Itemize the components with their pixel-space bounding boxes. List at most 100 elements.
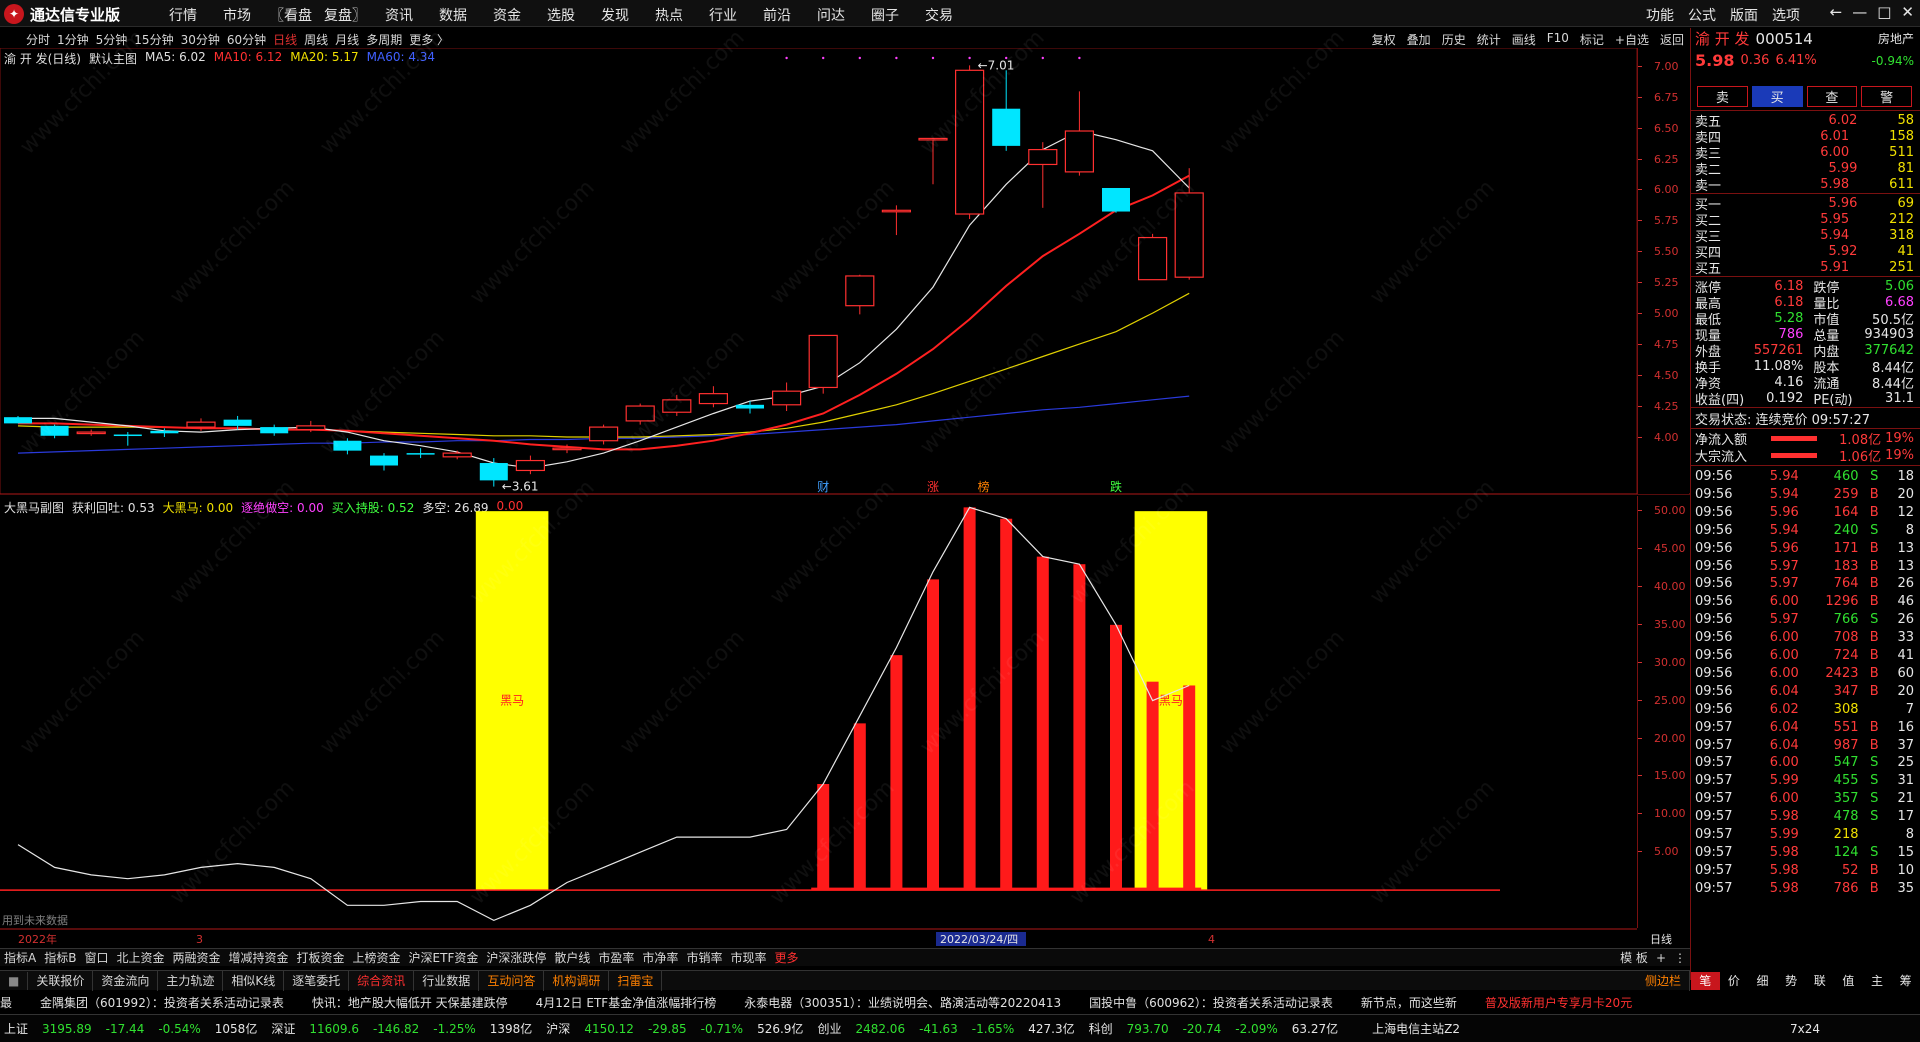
tool-button[interactable]: 返回 [1660,31,1684,48]
tool-button[interactable]: 叠加 [1407,31,1431,48]
kline-chart[interactable]: ←7.01 ←3.61 财 涨 榜 跌黑马 黑马用到未来数据 2022年 3 2022/03/24… [0,48,1690,948]
candle-body[interactable] [260,427,289,434]
menu-item[interactable]: 行业 [696,5,750,25]
menu-item[interactable]: 问达 [804,5,858,25]
news-item[interactable]: 4月12日 ETF基金净值涨幅排行榜 [536,994,717,1011]
tool-button[interactable]: F10 [1547,31,1569,48]
candle-body[interactable] [845,275,875,307]
indicator-tab[interactable]: 北上资金 [112,949,168,966]
candle-body[interactable] [662,399,692,413]
menu-item[interactable]: 热点 [642,5,696,25]
candle-body[interactable] [808,334,838,389]
indicator-tab[interactable]: 散户线 [550,949,594,966]
right-menu-item[interactable]: 功能 [1646,5,1674,25]
indicator-tab[interactable]: 市盈率 [594,949,638,966]
indicator-tab[interactable]: 市净率 [638,949,682,966]
side-tab[interactable]: 价 [1720,972,1749,990]
menu-item[interactable]: 资金 [480,5,534,25]
menu-item[interactable]: 前沿 [750,5,804,25]
candle-body[interactable] [4,417,32,424]
maximize-icon[interactable]: □ [1877,3,1891,21]
indicator-tab[interactable]: 指标A [0,949,40,966]
right-menu-item[interactable]: 版面 [1730,5,1758,25]
tool-button[interactable]: 历史 [1442,31,1466,48]
indicator-tab[interactable]: 窗口 [80,949,112,966]
side-tab[interactable]: 值 [1834,972,1863,990]
function-tab[interactable]: 行业数据 [414,970,480,991]
indicator-tab[interactable]: 增减持资金 [225,949,293,966]
period-tab[interactable]: 15分钟 [134,31,173,48]
period-tab[interactable]: 分时 [26,31,50,48]
period-tab[interactable]: 60分钟 [227,31,266,48]
right-menu-item[interactable]: 公式 [1688,5,1716,25]
candle-body[interactable] [992,108,1021,146]
candle-body[interactable] [40,425,69,436]
candle-body[interactable] [515,459,546,472]
candle-body[interactable] [442,452,472,458]
menu-item[interactable]: 交易 [912,5,966,25]
candle-body[interactable] [406,453,435,455]
candle-body[interactable] [1028,148,1058,166]
function-tab[interactable]: 资金流向 [93,970,159,991]
period-tab[interactable]: 1分钟 [57,31,89,48]
menu-item[interactable]: 市场 [210,5,264,25]
buy-button[interactable]: 买 [1751,85,1803,107]
indicator-right-button[interactable]: ⋮ [1670,951,1690,965]
menu-item[interactable]: 资讯 [372,5,426,25]
indicator-tab[interactable]: 两融资金 [168,949,224,966]
candle-body[interactable] [1064,130,1095,173]
candle-body[interactable] [333,440,362,451]
menu-item[interactable]: 选股 [534,5,588,25]
menu-item[interactable]: 圈子 [858,5,912,25]
side-tab[interactable]: 细 [1748,972,1777,990]
candle-body[interactable] [223,419,252,426]
function-tab[interactable]: 互动问答 [479,970,545,991]
function-tab[interactable]: 主力轨迹 [158,970,224,991]
tool-button[interactable]: +自选 [1615,31,1649,48]
query-button[interactable]: 查 [1806,85,1858,107]
indicator-tab[interactable]: 市销率 [682,949,726,966]
function-tab[interactable]: 关联报价 [28,970,94,991]
news-item[interactable]: 最 [0,994,12,1011]
indicator-tab[interactable]: 打板资金 [293,949,349,966]
candle-body[interactable] [881,209,912,213]
side-tab[interactable]: 筹 [1891,972,1920,990]
tool-button[interactable]: 复权 [1372,31,1396,48]
candle-body[interactable] [479,463,508,481]
tool-button[interactable]: 画线 [1512,31,1536,48]
side-tab[interactable]: 笔 [1691,972,1720,990]
candle-body[interactable] [552,447,582,451]
period-tab[interactable]: 日线 [273,31,297,48]
candle-body[interactable] [1174,192,1204,278]
tool-button[interactable]: 标记 [1580,31,1604,48]
news-item[interactable]: 永泰电器（300351）：业绩说明会、路演活动等20220413 [744,994,1061,1011]
event-mark-3[interactable]: 跌 [1110,479,1122,494]
period-tab[interactable]: 更多 〉 [409,31,449,48]
event-mark-2[interactable]: 榜 [978,479,990,494]
period-tab[interactable]: 周线 [304,31,328,48]
function-tab[interactable]: 逐笔委托 [284,970,350,991]
side-tab[interactable]: 势 [1777,972,1806,990]
indicator-tab[interactable]: 更多 [770,949,802,966]
candle-body[interactable] [588,426,619,442]
news-item[interactable]: 新节点，而这些新 [1361,994,1457,1011]
minimize-icon[interactable]: — [1852,3,1867,21]
sidebar-button[interactable]: 侧边栏 [1637,970,1690,991]
side-tab[interactable]: 主 [1863,972,1892,990]
indicator-tab[interactable]: 沪深ETF资金 [405,949,483,966]
period-tab[interactable]: 30分钟 [181,31,220,48]
side-tab[interactable]: 联 [1806,972,1835,990]
menu-item[interactable]: 数据 [426,5,480,25]
candle-body[interactable] [370,455,398,466]
candle-body[interactable] [698,393,729,405]
candle-body[interactable] [1137,236,1168,281]
function-tab[interactable]: 相似K线 [223,970,285,991]
candle-body[interactable] [1102,187,1130,212]
candle-body[interactable] [186,421,216,428]
news-item[interactable]: 国投中鲁（600962）：投资者关系活动记录表 [1089,994,1333,1011]
menu-item[interactable]: 〖看盘 [264,5,318,25]
period-tab[interactable]: 月线 [335,31,359,48]
back-icon[interactable]: ← [1830,3,1843,21]
indicator-tab[interactable]: 沪深涨跌停 [482,949,550,966]
candle-body[interactable] [771,390,802,406]
